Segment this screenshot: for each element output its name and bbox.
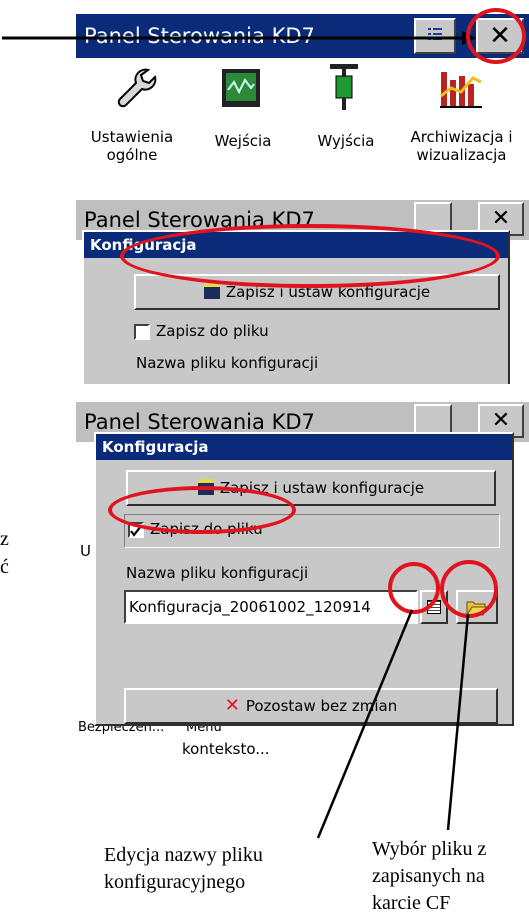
annotation-lines — [316, 609, 470, 839]
edit-name-annotation: Edycja nazwy pliku konfiguracyjnego — [104, 844, 263, 893]
choose-file-annotation: Wybór pliku z zapisanych na karcie CF — [372, 838, 487, 914]
